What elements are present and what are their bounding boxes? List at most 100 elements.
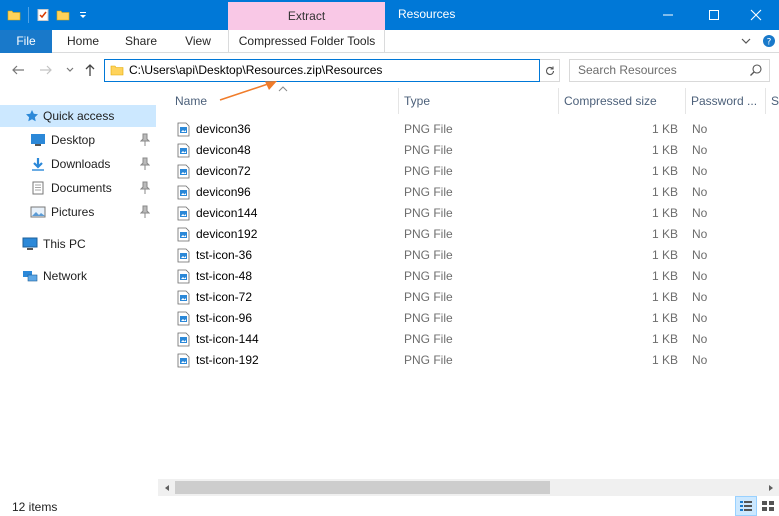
forward-arrow-icon[interactable]: [38, 62, 54, 78]
large-icons-view-icon: [762, 501, 774, 511]
password-protected: No: [692, 206, 708, 220]
sidebar-item-downloads[interactable]: Downloads: [0, 153, 156, 175]
sort-ascending-icon: [278, 86, 288, 92]
file-type: PNG File: [404, 290, 453, 304]
navigation-pane: Quick access Desktop Downloads Documents: [0, 88, 156, 492]
scroll-right-arrow-icon[interactable]: [762, 479, 779, 496]
minimize-button[interactable]: [645, 0, 691, 30]
file-name[interactable]: tst-icon-72: [196, 287, 252, 308]
file-type: PNG File: [404, 353, 453, 367]
column-divider[interactable]: [765, 88, 766, 114]
table-row[interactable]: tst-icon-144 PNG File 1 KB No: [172, 329, 772, 350]
folder-icon: [110, 63, 124, 80]
ribbon-tabs: File Home Share View Compressed Folder T…: [0, 30, 779, 53]
file-name[interactable]: tst-icon-96: [196, 308, 252, 329]
scroll-left-arrow-icon[interactable]: [158, 479, 175, 496]
file-name[interactable]: tst-icon-144: [196, 329, 259, 350]
table-row[interactable]: tst-icon-96 PNG File 1 KB No: [172, 308, 772, 329]
file-name[interactable]: tst-icon-36: [196, 245, 252, 266]
column-header-compressed-size[interactable]: Compressed size: [564, 88, 682, 114]
recent-locations-chevron-icon[interactable]: [62, 62, 78, 78]
customize-toolbar-icon[interactable]: [75, 7, 91, 23]
file-name[interactable]: tst-icon-192: [196, 350, 259, 371]
scrollbar-thumb[interactable]: [175, 481, 550, 494]
png-file-icon: [177, 185, 190, 200]
context-tab-extract[interactable]: Extract: [228, 2, 385, 30]
file-name[interactable]: devicon36: [196, 119, 251, 140]
sidebar-item-label: This PC: [43, 237, 86, 251]
up-arrow-icon[interactable]: [82, 62, 98, 78]
maximize-button[interactable]: [691, 0, 737, 30]
png-file-icon: [177, 248, 190, 263]
sidebar-item-pictures[interactable]: Pictures: [0, 201, 156, 223]
svg-text:?: ?: [767, 38, 772, 48]
new-folder-icon[interactable]: [55, 7, 71, 23]
help-icon[interactable]: ?: [762, 34, 776, 51]
table-row[interactable]: tst-icon-48 PNG File 1 KB No: [172, 266, 772, 287]
close-button[interactable]: [733, 0, 779, 30]
status-bar: 12 items: [0, 496, 779, 516]
sidebar-item-network[interactable]: Network: [0, 265, 156, 287]
search-box[interactable]: Search Resources: [569, 59, 770, 82]
large-icons-view-button[interactable]: [757, 496, 779, 516]
file-size: 1 KB: [651, 290, 678, 304]
ribbon-expand-chevron-icon[interactable]: [740, 35, 752, 50]
tab-view[interactable]: View: [172, 30, 224, 53]
table-row[interactable]: devicon144 PNG File 1 KB No: [172, 203, 772, 224]
maximize-icon: [709, 10, 719, 20]
search-icon[interactable]: [749, 63, 763, 80]
tab-home[interactable]: Home: [56, 30, 110, 53]
sidebar-item-label: Downloads: [51, 157, 111, 171]
column-header-password[interactable]: Password ...: [691, 88, 763, 114]
pin-icon[interactable]: [139, 205, 151, 219]
sidebar-item-desktop[interactable]: Desktop: [0, 129, 156, 151]
pin-icon[interactable]: [139, 157, 151, 171]
table-row[interactable]: devicon36 PNG File 1 KB No: [172, 119, 772, 140]
title-bar: Extract Resources: [0, 0, 779, 30]
column-header-type[interactable]: Type: [404, 88, 554, 114]
table-row[interactable]: devicon48 PNG File 1 KB No: [172, 140, 772, 161]
file-name[interactable]: devicon72: [196, 161, 251, 182]
file-type: PNG File: [404, 164, 453, 178]
sidebar-item-quick-access[interactable]: Quick access: [0, 105, 156, 127]
column-divider[interactable]: [558, 88, 559, 114]
refresh-button[interactable]: [540, 59, 560, 82]
table-row[interactable]: tst-icon-72 PNG File 1 KB No: [172, 287, 772, 308]
properties-icon[interactable]: [35, 7, 51, 23]
pin-icon[interactable]: [139, 181, 151, 195]
back-arrow-icon[interactable]: [10, 62, 26, 78]
file-name[interactable]: tst-icon-48: [196, 266, 252, 287]
png-file-icon: [177, 332, 190, 347]
pin-icon[interactable]: [139, 133, 151, 147]
horizontal-scrollbar[interactable]: [158, 479, 779, 496]
sidebar-item-this-pc[interactable]: This PC: [0, 233, 156, 255]
file-size: 1 KB: [651, 353, 678, 367]
sidebar-item-label: Quick access: [43, 109, 115, 123]
tab-share[interactable]: Share: [114, 30, 168, 53]
pictures-icon: [30, 204, 46, 220]
address-bar[interactable]: C:\Users\api\Desktop\Resources.zip\Resou…: [104, 59, 636, 82]
file-type: PNG File: [404, 227, 453, 241]
table-row[interactable]: devicon96 PNG File 1 KB No: [172, 182, 772, 203]
file-name[interactable]: devicon48: [196, 140, 251, 161]
column-header-more[interactable]: S: [771, 88, 779, 114]
file-name[interactable]: devicon144: [196, 203, 257, 224]
details-view-button[interactable]: [735, 496, 757, 516]
sidebar-item-documents[interactable]: Documents: [0, 177, 156, 199]
table-row[interactable]: devicon72 PNG File 1 KB No: [172, 161, 772, 182]
column-divider[interactable]: [398, 88, 399, 114]
table-row[interactable]: tst-icon-192 PNG File 1 KB No: [172, 350, 772, 371]
password-protected: No: [692, 269, 708, 283]
table-row[interactable]: devicon192 PNG File 1 KB No: [172, 224, 772, 245]
file-type: PNG File: [404, 143, 453, 157]
column-divider[interactable]: [685, 88, 686, 114]
file-name[interactable]: devicon96: [196, 182, 251, 203]
file-type: PNG File: [404, 248, 453, 262]
file-name[interactable]: devicon192: [196, 224, 257, 245]
table-row[interactable]: tst-icon-36 PNG File 1 KB No: [172, 245, 772, 266]
quick-access-toolbar: [0, 0, 91, 30]
file-size: 1 KB: [651, 269, 678, 283]
folder-icon[interactable]: [6, 7, 22, 23]
tab-file[interactable]: File: [0, 30, 52, 53]
file-size: 1 KB: [651, 185, 678, 199]
